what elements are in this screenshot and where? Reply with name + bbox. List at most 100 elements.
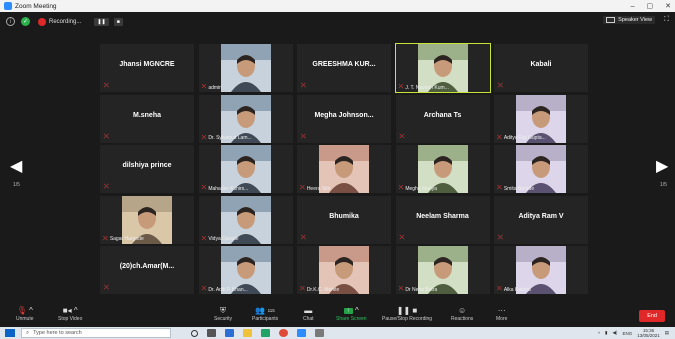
share-screen-button[interactable]: ↑ ^ Share Screen bbox=[336, 305, 367, 322]
participants-button[interactable]: 👥 115 Participants bbox=[252, 305, 278, 322]
participant-name-label: ⤫ Heera Sibi bbox=[300, 185, 330, 192]
participant-tile[interactable]: ⤫ Dr Neha Batra bbox=[395, 246, 490, 294]
participant-name-label: ⤫ Dr.K.C. Mohite bbox=[300, 286, 339, 293]
participant-tile[interactable]: ⤫ Smita Borade bbox=[494, 145, 588, 193]
chrome-icon[interactable] bbox=[279, 329, 288, 337]
mic-muted-icon: ⤫ bbox=[497, 134, 502, 141]
participant-tile[interactable]: dilshiya prince ⤫ bbox=[100, 145, 194, 193]
participants-label: Participants bbox=[252, 316, 279, 322]
mic-muted-icon: ⤫ bbox=[104, 83, 109, 89]
participant-name: Neelam Sharma bbox=[416, 212, 469, 220]
mic-muted-icon: ⤫ bbox=[201, 84, 207, 90]
restore-button[interactable]: ▢ bbox=[647, 2, 654, 10]
taskbar-app-icons bbox=[191, 329, 324, 337]
clock-date: 13/05/2021 bbox=[637, 333, 660, 338]
participant-name-label: ⤫ Dr Neha Batra bbox=[399, 286, 438, 293]
language-indicator[interactable]: ENG bbox=[622, 331, 632, 336]
info-icon[interactable]: i bbox=[6, 17, 15, 26]
security-label: Security bbox=[214, 316, 233, 322]
stop-video-button[interactable]: ■◂ ^ Stop Video bbox=[58, 305, 82, 322]
participant-name: Dr Neha Batra bbox=[405, 286, 438, 293]
prev-page-arrow-icon[interactable]: ◀ bbox=[10, 156, 22, 176]
stop-recording-button[interactable]: ■ bbox=[113, 17, 123, 26]
participant-tile[interactable]: ⤫ admin bbox=[198, 44, 293, 92]
participant-tile[interactable]: Bhumika ⤫ bbox=[297, 195, 391, 244]
edge-icon[interactable] bbox=[225, 329, 234, 337]
window-title: Zoom Meeting bbox=[15, 2, 57, 10]
network-icon[interactable]: ▮ bbox=[605, 330, 607, 336]
participant-name-label: ⤫ Vidya Darade bbox=[202, 236, 239, 243]
participant-name: Dr.K.C. Mohite bbox=[306, 286, 340, 293]
participants-icon: 👥 115 bbox=[255, 306, 275, 315]
participant-name: Smita Borade bbox=[503, 185, 535, 192]
pause-stop-recording-button[interactable]: ❚❚ ■ Pause/Stop Recording bbox=[382, 305, 432, 322]
participant-tile[interactable]: ⤫ Mahadev Kshirs... bbox=[198, 145, 293, 193]
participant-tile[interactable]: Archana Ts ⤫ bbox=[395, 94, 490, 143]
end-meeting-button[interactable]: End bbox=[639, 310, 665, 322]
meeting-topbar: i ✓ Recording... ❚❚ ■ bbox=[0, 12, 675, 31]
taskbar-search-box[interactable]: ⌕ Type here to search bbox=[21, 328, 171, 338]
participant-tile[interactable]: Neelam Sharma ⤫ bbox=[395, 195, 490, 244]
participant-tile[interactable]: ⤫ Sagar Hargode bbox=[100, 195, 194, 244]
video-gallery: Jhansi MGNCRE ⤫ ⤫ admin GREESHMA KUR... ⤫ ⤫ J. … bbox=[100, 43, 588, 296]
ellipsis-icon: ··· bbox=[497, 306, 506, 315]
participant-tile[interactable]: Jhansi MGNCRE ⤫ bbox=[100, 44, 194, 92]
unmute-label: Unmute bbox=[16, 316, 34, 322]
pause-recording-button[interactable]: ❚❚ bbox=[94, 17, 109, 26]
mic-muted-icon: ⤫ bbox=[498, 234, 503, 241]
excel-icon[interactable] bbox=[261, 329, 270, 337]
participant-tile[interactable]: ⤫ Heera Sibi bbox=[297, 145, 391, 193]
participant-tile[interactable]: ⤫ Vidya Darade bbox=[198, 195, 293, 244]
video-camera-icon: ■◂ ^ bbox=[62, 306, 78, 315]
windows-start-icon[interactable] bbox=[5, 329, 15, 337]
participant-name-label: ⤫ Megha Mariya bbox=[399, 185, 438, 192]
stop-video-label: Stop Video bbox=[58, 316, 83, 322]
tray-chevron-icon[interactable]: ^ bbox=[598, 331, 600, 336]
task-view-icon[interactable] bbox=[207, 329, 216, 337]
minimize-button[interactable]: – bbox=[631, 3, 635, 10]
cortana-icon[interactable] bbox=[191, 329, 198, 337]
participant-name-label: ⤫ Mahadev Kshirs... bbox=[202, 185, 249, 192]
participant-tile[interactable]: ⤫ Alka Kataria bbox=[494, 246, 588, 294]
next-page-arrow-icon[interactable]: ▶ bbox=[656, 156, 668, 176]
participant-tile[interactable]: ⤫ J. T. Naveen Kum... bbox=[394, 43, 491, 93]
participant-tile[interactable]: M.sneha ⤫ bbox=[100, 94, 194, 143]
participant-name: (20)ch.Amar(M... bbox=[119, 263, 175, 270]
meeting-toolbar: 🎙 ^ Unmute ■◂ ^ Stop Video ⛨ Security 👥 … bbox=[0, 304, 675, 327]
participant-tile[interactable]: (20)ch.Amar(M... ⤫ bbox=[100, 246, 194, 294]
shield-icon[interactable]: ✓ bbox=[21, 17, 30, 26]
more-button[interactable]: ··· More bbox=[496, 305, 507, 322]
zoom-app-icon[interactable] bbox=[297, 329, 306, 337]
participant-tile[interactable]: ⤫ Dr.K.C. Mohite bbox=[297, 246, 391, 294]
app-icon[interactable] bbox=[315, 329, 324, 337]
pause-stop-recording-label: Pause/Stop Recording bbox=[382, 316, 433, 322]
participant-name: Megha Mariya bbox=[405, 185, 437, 192]
mic-muted-icon: ⤫ bbox=[201, 235, 207, 242]
participant-tile[interactable]: ⤫ Megha Mariya bbox=[395, 145, 490, 193]
participant-name: Mahadev Kshirs... bbox=[208, 185, 249, 192]
recording-label: Recording... bbox=[49, 18, 82, 25]
participant-tile[interactable]: Aditya Ram V ⤫ bbox=[494, 195, 588, 244]
participant-tile[interactable]: ⤫ Dr. Sylvanus Lam... bbox=[198, 94, 293, 143]
close-button[interactable]: ✕ bbox=[665, 2, 671, 10]
record-icon bbox=[38, 17, 46, 26]
participant-tile[interactable]: Kabali ⤫ bbox=[494, 44, 588, 92]
security-button[interactable]: ⛨ Security bbox=[214, 305, 233, 323]
chat-button[interactable]: ▬ Chat bbox=[303, 305, 314, 322]
participant-tile[interactable]: Megha Johnson... ⤫ bbox=[297, 94, 391, 143]
volume-icon[interactable]: ◀) bbox=[612, 330, 617, 336]
unmute-button[interactable]: 🎙 ^ Unmute bbox=[16, 305, 34, 322]
speaker-view-button[interactable]: Speaker View bbox=[603, 16, 655, 24]
file-explorer-icon[interactable] bbox=[243, 329, 252, 337]
participant-tile[interactable]: GREESHMA KUR... ⤫ bbox=[297, 44, 391, 92]
taskbar-search-placeholder: Type here to search bbox=[33, 330, 82, 336]
participant-name: M.sneha bbox=[132, 111, 161, 119]
clock[interactable]: 15:36 13/05/2021 bbox=[637, 328, 660, 338]
fullscreen-icon[interactable]: ⛶ bbox=[664, 16, 669, 24]
participant-name: Kabali bbox=[530, 61, 552, 68]
participant-tile[interactable]: ⤫ Aditya Raj Gupta... bbox=[494, 94, 588, 143]
notifications-icon[interactable]: ▤ bbox=[665, 330, 669, 336]
participant-name-label: ⤫ Dr. Sylvanus Lam... bbox=[202, 135, 252, 142]
reactions-button[interactable]: ☺ Reactions bbox=[451, 305, 473, 322]
participant-tile[interactable]: ⤫ Dr. Aditi R Khan... bbox=[198, 246, 293, 294]
